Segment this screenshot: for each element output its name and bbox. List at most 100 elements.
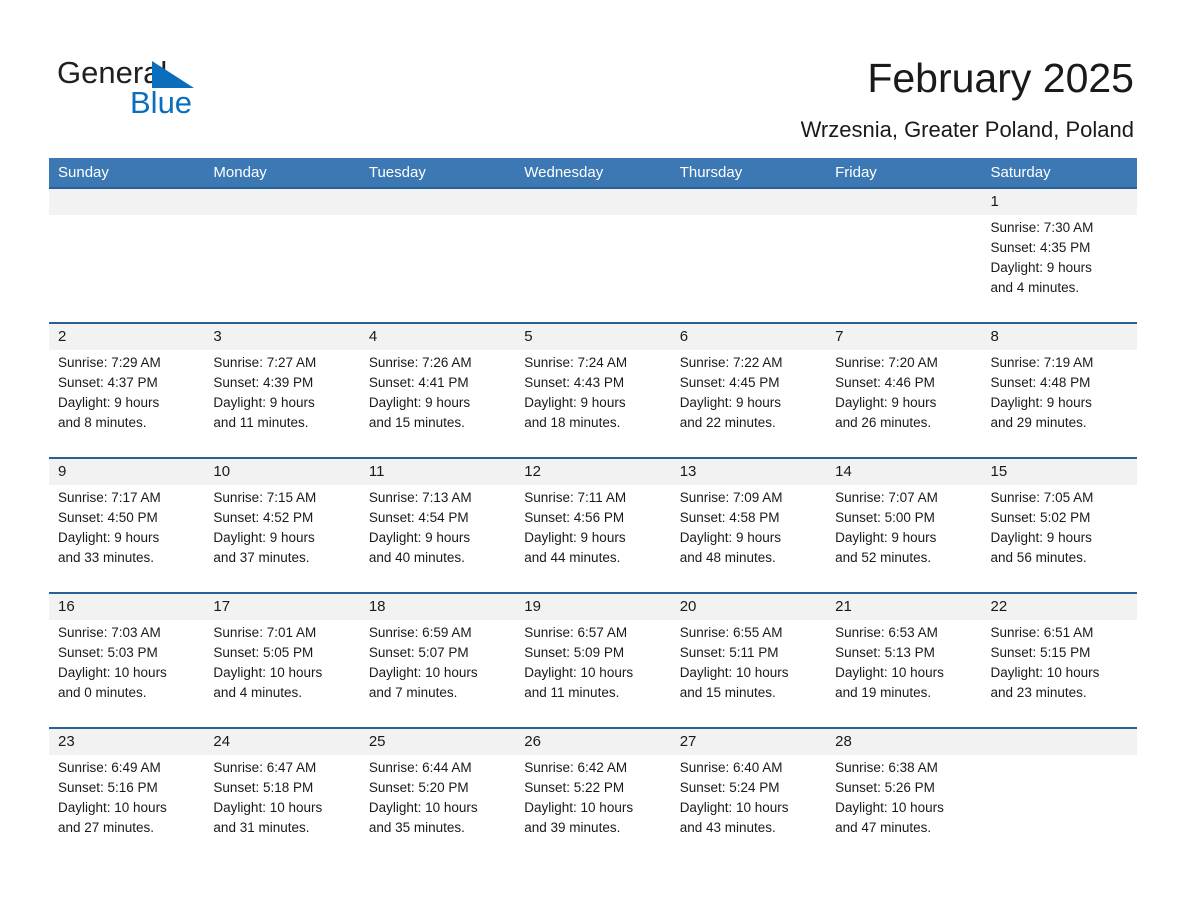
daylight-text-line1: Daylight: 10 hours xyxy=(58,800,167,815)
calendar-day-cell[interactable]: 3 Sunrise: 7:27 AM Sunset: 4:39 PM Daylight… xyxy=(204,324,359,457)
daylight-text-line1: Daylight: 9 hours xyxy=(835,530,937,545)
daylight-text-line2: and 23 minutes. xyxy=(990,685,1087,700)
calendar-day-cell[interactable]: 20 Sunrise: 6:55 AM Sunset: 5:11 PM Dayligh… xyxy=(671,594,826,727)
daylight-text-line1: Daylight: 9 hours xyxy=(58,395,160,410)
daylight-text-line2: and 35 minutes. xyxy=(368,820,465,835)
day-number: 4 xyxy=(368,328,378,345)
sunrise-text: Sunrise: 7:19 AM xyxy=(990,355,1094,370)
calendar-day-cell[interactable]: 15 Sunrise: 7:05 AM Sunset: 5:02 PM Dayligh… xyxy=(982,459,1137,592)
calendar-day-cell[interactable]: 7 Sunrise: 7:20 AM Sunset: 4:46 PM Daylight… xyxy=(826,324,981,457)
day-number: 5 xyxy=(524,328,533,345)
calendar-day-cell[interactable]: 11 Sunrise: 7:13 AM Sunset: 4:54 PM Dayligh… xyxy=(360,459,515,592)
calendar-week-row: 9 Sunrise: 7:17 AM Sunset: 4:50 PM Daylight… xyxy=(49,457,1137,592)
daylight-text-line2: and 22 minutes. xyxy=(679,415,776,430)
weekday-header-monday: Monday xyxy=(213,164,267,181)
calendar-day-cell[interactable]: 21 Sunrise: 6:53 AM Sunset: 5:13 PM Dayligh… xyxy=(826,594,981,727)
calendar-day-cell[interactable]: 6 Sunrise: 7:22 AM Sunset: 4:45 PM Daylight… xyxy=(671,324,826,457)
sunrise-text: Sunrise: 7:17 AM xyxy=(58,490,161,505)
calendar-day-cell[interactable]: 28 Sunrise: 6:38 AM Sunset: 5:26 PM Dayligh… xyxy=(826,729,981,862)
sunset-text: Sunset: 4:45 PM xyxy=(679,375,780,390)
weekday-header-friday: Friday xyxy=(835,164,877,181)
daylight-text-line1: Daylight: 10 hours xyxy=(679,665,789,680)
calendar-day-cell[interactable]: 24 Sunrise: 6:47 AM Sunset: 5:18 PM Dayligh… xyxy=(204,729,359,862)
sunset-text: Sunset: 4:37 PM xyxy=(58,375,158,390)
daylight-text-line2: and 15 minutes. xyxy=(368,415,465,430)
daylight-text-line2: and 4 minutes. xyxy=(990,280,1080,295)
calendar-day-cell[interactable]: 9 Sunrise: 7:17 AM Sunset: 4:50 PM Daylight… xyxy=(49,459,204,592)
daylight-text-line1: Daylight: 10 hours xyxy=(213,665,323,680)
calendar-day-cell[interactable]: 10 Sunrise: 7:15 AM Sunset: 4:52 PM Dayligh… xyxy=(204,459,359,592)
daylight-text-line2: and 18 minutes. xyxy=(524,415,621,430)
sunrise-text: Sunrise: 7:09 AM xyxy=(679,490,783,505)
daylight-text-line1: Daylight: 10 hours xyxy=(368,665,478,680)
daylight-text-line2: and 52 minutes. xyxy=(835,550,932,565)
day-number: 24 xyxy=(213,733,231,750)
day-number: 22 xyxy=(990,598,1008,615)
day-number: 19 xyxy=(524,598,541,615)
calendar-day-cell[interactable]: 17 Sunrise: 7:01 AM Sunset: 5:05 PM Dayligh… xyxy=(204,594,359,727)
sunset-text: Sunset: 5:13 PM xyxy=(835,645,935,660)
daylight-text-line1: Daylight: 9 hours xyxy=(679,530,781,545)
calendar-day-cell[interactable]: 12 Sunrise: 7:11 AM Sunset: 4:56 PM Dayligh… xyxy=(515,459,670,592)
sunset-text: Sunset: 5:09 PM xyxy=(524,645,625,660)
daylight-text-line2: and 47 minutes. xyxy=(835,820,932,835)
calendar-day-cell[interactable]: 8 Sunrise: 7:19 AM Sunset: 4:48 PM Daylight… xyxy=(982,324,1137,457)
calendar-day-cell[interactable]: 14 Sunrise: 7:07 AM Sunset: 5:00 PM Dayligh… xyxy=(826,459,981,592)
daylight-text-line1: Daylight: 9 hours xyxy=(679,395,781,410)
sunset-text: Sunset: 5:00 PM xyxy=(835,510,935,525)
daylight-text-line1: Daylight: 9 hours xyxy=(990,260,1092,275)
day-number: 16 xyxy=(58,598,75,615)
daylight-text-line2: and 56 minutes. xyxy=(990,550,1087,565)
daylight-text-line2: and 43 minutes. xyxy=(679,820,776,835)
sunset-text: Sunset: 4:41 PM xyxy=(368,375,469,390)
calendar-day-cell[interactable]: 4 Sunrise: 7:26 AM Sunset: 4:41 PM Daylight… xyxy=(360,324,515,457)
calendar-day-cell[interactable]: 27 Sunrise: 6:40 AM Sunset: 5:24 PM Dayligh… xyxy=(671,729,826,862)
day-info: Sunrise: 7:27 AM Sunset: 4:39 PM Daylight:… xyxy=(213,353,359,433)
calendar-day-cell xyxy=(671,189,826,322)
calendar-day-cell[interactable]: 25 Sunrise: 6:44 AM Sunset: 5:20 PM Dayligh… xyxy=(360,729,515,862)
calendar-day-cell[interactable]: 18 Sunrise: 6:59 AM Sunset: 5:07 PM Dayligh… xyxy=(360,594,515,727)
daylight-text-line2: and 37 minutes. xyxy=(213,550,310,565)
weekday-header-row: Sunday Monday Tuesday Wednesday Thursday… xyxy=(49,158,1137,187)
sunrise-text: Sunrise: 6:59 AM xyxy=(368,625,472,640)
calendar-day-cell[interactable]: 1 Sunrise: 7:30 AM Sunset: 4:35 PM Daylight… xyxy=(982,189,1137,322)
daylight-text-line2: and 31 minutes. xyxy=(213,820,310,835)
day-number: 13 xyxy=(679,463,697,480)
daylight-text-line2: and 4 minutes. xyxy=(213,685,302,700)
daylight-text-line1: Daylight: 9 hours xyxy=(213,395,315,410)
day-info: Sunrise: 6:57 AM Sunset: 5:09 PM Daylight:… xyxy=(524,623,670,703)
day-number: 17 xyxy=(213,598,231,615)
sunrise-text: Sunrise: 6:53 AM xyxy=(835,625,938,640)
day-info: Sunrise: 6:55 AM Sunset: 5:11 PM Daylight:… xyxy=(680,623,826,703)
calendar-day-cell[interactable]: 13 Sunrise: 7:09 AM Sunset: 4:58 PM Dayligh… xyxy=(671,459,826,592)
generalblue-logo[interactable]: General Blue xyxy=(57,55,337,125)
daylight-text-line1: Daylight: 10 hours xyxy=(58,665,167,680)
sunset-text: Sunset: 4:35 PM xyxy=(990,240,1091,255)
day-info: Sunrise: 7:26 AM Sunset: 4:41 PM Daylight:… xyxy=(369,353,515,433)
calendar-day-cell[interactable]: 23 Sunrise: 6:49 AM Sunset: 5:16 PM Dayligh… xyxy=(49,729,204,862)
daylight-text-line1: Daylight: 10 hours xyxy=(524,800,634,815)
sunrise-text: Sunrise: 6:38 AM xyxy=(835,760,938,775)
sunrise-text: Sunrise: 7:15 AM xyxy=(213,490,317,505)
sunset-text: Sunset: 5:16 PM xyxy=(58,780,158,795)
calendar-day-cell[interactable]: 5 Sunrise: 7:24 AM Sunset: 4:43 PM Daylight… xyxy=(515,324,670,457)
daylight-text-line1: Daylight: 10 hours xyxy=(368,800,478,815)
sunset-text: Sunset: 4:50 PM xyxy=(58,510,158,525)
day-info: Sunrise: 7:05 AM Sunset: 5:02 PM Daylight:… xyxy=(991,488,1137,568)
daylight-text-line1: Daylight: 9 hours xyxy=(368,530,471,545)
day-number: 15 xyxy=(990,463,1008,480)
calendar-day-cell[interactable]: 2 Sunrise: 7:29 AM Sunset: 4:37 PM Daylight… xyxy=(49,324,204,457)
day-info: Sunrise: 7:11 AM Sunset: 4:56 PM Daylight:… xyxy=(524,488,670,568)
calendar-day-cell[interactable]: 26 Sunrise: 6:42 AM Sunset: 5:22 PM Dayligh… xyxy=(515,729,670,862)
daylight-text-line2: and 8 minutes. xyxy=(58,415,147,430)
day-number: 23 xyxy=(58,733,75,750)
day-number: 20 xyxy=(679,598,697,615)
sunset-text: Sunset: 5:15 PM xyxy=(990,645,1091,660)
calendar-day-cell[interactable]: 16 Sunrise: 7:03 AM Sunset: 5:03 PM Dayligh… xyxy=(49,594,204,727)
calendar-day-cell xyxy=(204,189,359,322)
logo-text-blue: Blue xyxy=(130,85,193,120)
calendar-day-cell[interactable]: 19 Sunrise: 6:57 AM Sunset: 5:09 PM Dayligh… xyxy=(515,594,670,727)
sunset-text: Sunset: 5:26 PM xyxy=(835,780,935,795)
daylight-text-line1: Daylight: 9 hours xyxy=(524,530,626,545)
calendar-day-cell[interactable]: 22 Sunrise: 6:51 AM Sunset: 5:15 PM Dayligh… xyxy=(982,594,1137,727)
